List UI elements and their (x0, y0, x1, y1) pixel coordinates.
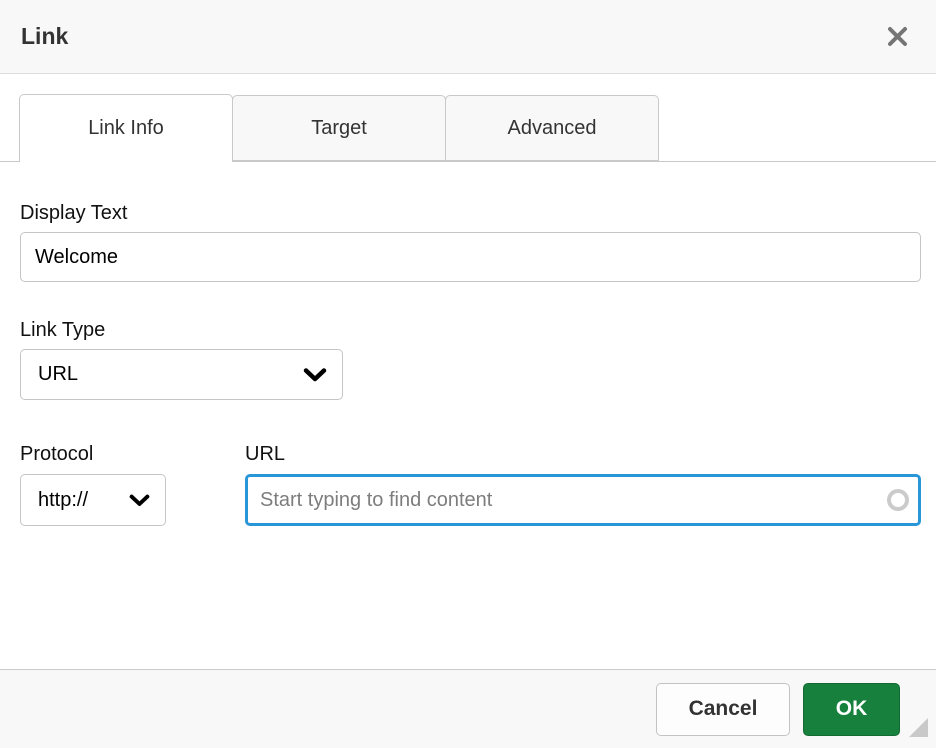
link-dialog: Link Link Info Target Advanced Display T… (0, 0, 936, 748)
tab-label: Advanced (508, 117, 597, 140)
url-field: URL (245, 443, 921, 526)
close-icon (886, 25, 909, 48)
chevron-down-icon (303, 368, 327, 382)
resize-handle[interactable] (909, 718, 928, 737)
ok-button[interactable]: OK (803, 683, 900, 736)
display-text-input[interactable] (20, 232, 921, 282)
protocol-field: Protocol http:// (20, 443, 245, 526)
close-button[interactable] (883, 23, 911, 51)
tab-strip: Link Info Target Advanced (0, 74, 936, 162)
tab-advanced[interactable]: Advanced (445, 95, 659, 161)
dialog-title: Link (21, 23, 68, 50)
dialog-footer: Cancel OK (0, 669, 936, 748)
url-label: URL (245, 443, 921, 466)
protocol-selected-value: http:// (38, 489, 88, 512)
tab-target[interactable]: Target (232, 95, 446, 161)
loading-spinner-icon (887, 489, 909, 511)
protocol-label: Protocol (20, 443, 245, 466)
cancel-button[interactable]: Cancel (656, 683, 790, 736)
display-text-label: Display Text (20, 202, 921, 225)
url-input-wrapper (245, 474, 921, 526)
tab-label: Link Info (88, 117, 164, 140)
protocol-select[interactable]: http:// (20, 474, 166, 526)
url-input[interactable] (245, 474, 921, 526)
tab-panel-link-info: Display Text Link Type URL Protocol http… (0, 162, 936, 669)
link-type-select[interactable]: URL (20, 349, 343, 400)
tab-label: Target (311, 117, 367, 140)
link-type-selected-value: URL (38, 363, 78, 386)
dialog-header: Link (0, 0, 936, 74)
chevron-down-icon (129, 494, 150, 507)
protocol-url-row: Protocol http:// URL (20, 443, 921, 526)
tab-link-info[interactable]: Link Info (19, 94, 233, 162)
link-type-label: Link Type (20, 319, 921, 342)
